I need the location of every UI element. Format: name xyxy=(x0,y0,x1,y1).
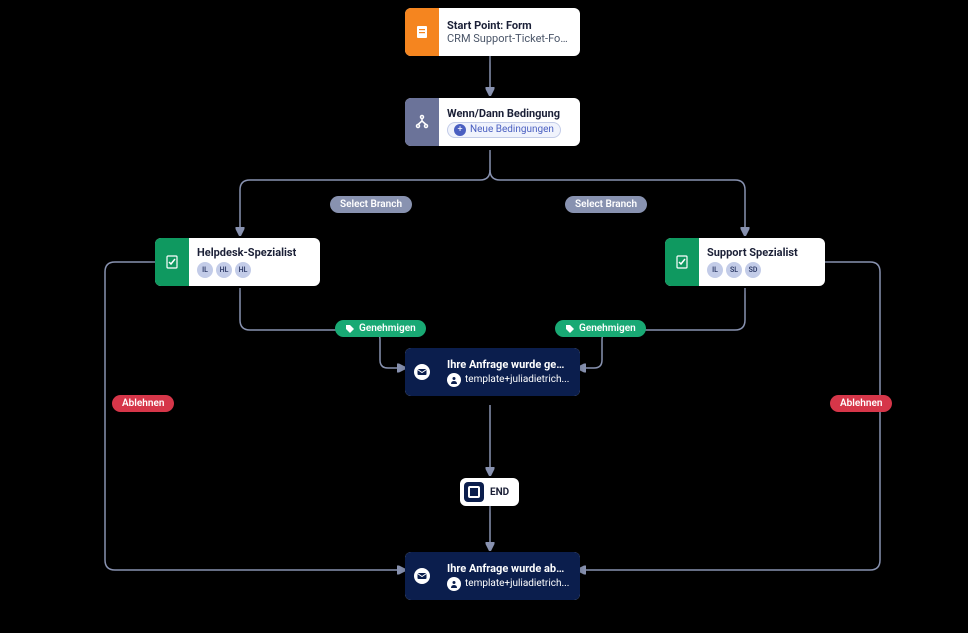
user-icon xyxy=(447,577,461,591)
support-title: Support Spezialist xyxy=(707,246,798,259)
helpdesk-avatars: IL HL HL xyxy=(197,262,296,278)
support-node[interactable]: Support Spezialist IL SL SD xyxy=(665,238,825,286)
approval-icon xyxy=(665,238,699,286)
condition-title: Wenn/Dann Bedingung xyxy=(447,107,561,120)
start-node[interactable]: Start Point: Form CRM Support-Ticket-For… xyxy=(405,8,580,56)
select-branch-label: Select Branch xyxy=(340,199,402,210)
approve-right-pill[interactable]: Genehmigen xyxy=(555,320,646,337)
start-subtitle: CRM Support-Ticket-For... xyxy=(447,32,570,45)
approve-label: Genehmigen xyxy=(579,323,636,334)
reject-label: Ablehnen xyxy=(122,398,164,409)
select-branch-label: Select Branch xyxy=(575,199,637,210)
approve-label: Genehmigen xyxy=(359,323,416,334)
approval-icon xyxy=(155,238,189,286)
new-condition-label: Neue Bedingungen xyxy=(470,124,554,135)
end-node[interactable]: END xyxy=(460,478,519,506)
helpdesk-node[interactable]: Helpdesk-Spezialist IL HL HL xyxy=(155,238,320,286)
reject-left-pill[interactable]: Ablehnen xyxy=(112,395,174,412)
workflow-canvas: Start Point: Form CRM Support-Ticket-For… xyxy=(0,0,968,633)
rejected-username: template+juliadietrich... xyxy=(465,578,569,589)
avatar: HL xyxy=(235,262,251,278)
branch-icon xyxy=(405,98,439,146)
rejected-user: template+juliadietrich... xyxy=(447,577,570,591)
tag-icon xyxy=(565,324,575,334)
rejected-title: Ihre Anfrage wurde abgelehnt. xyxy=(447,562,570,575)
reject-label: Ablehnen xyxy=(840,398,882,409)
start-title: Start Point: Form xyxy=(447,19,570,32)
approved-user: template+juliadietrich... xyxy=(447,373,570,387)
rejected-node[interactable]: Ihre Anfrage wurde abgelehnt. template+j… xyxy=(405,552,580,600)
select-branch-right[interactable]: Select Branch xyxy=(565,196,647,213)
new-condition-link[interactable]: + Neue Bedingungen xyxy=(447,122,561,138)
avatar: SD xyxy=(745,262,761,278)
connector-lines xyxy=(0,0,968,633)
avatar: HL xyxy=(216,262,232,278)
form-icon xyxy=(405,8,439,56)
approve-left-pill[interactable]: Genehmigen xyxy=(335,320,426,337)
user-icon xyxy=(447,373,461,387)
condition-node[interactable]: Wenn/Dann Bedingung + Neue Bedingungen xyxy=(405,98,580,146)
reject-right-pill[interactable]: Ablehnen xyxy=(830,395,892,412)
plus-icon: + xyxy=(454,124,466,136)
avatar: SL xyxy=(726,262,742,278)
helpdesk-title: Helpdesk-Spezialist xyxy=(197,246,296,259)
select-branch-left[interactable]: Select Branch xyxy=(330,196,412,213)
avatar: IL xyxy=(197,262,213,278)
end-label: END xyxy=(490,487,509,498)
support-avatars: IL SL SD xyxy=(707,262,798,278)
approved-node[interactable]: Ihre Anfrage wurde genehmi... template+j… xyxy=(405,348,580,396)
mail-icon xyxy=(405,552,439,600)
tag-icon xyxy=(345,324,355,334)
mail-icon xyxy=(405,348,439,396)
stop-icon xyxy=(464,482,484,502)
approved-username: template+juliadietrich... xyxy=(465,374,569,385)
avatar: IL xyxy=(707,262,723,278)
approved-title: Ihre Anfrage wurde genehmi... xyxy=(447,358,570,371)
